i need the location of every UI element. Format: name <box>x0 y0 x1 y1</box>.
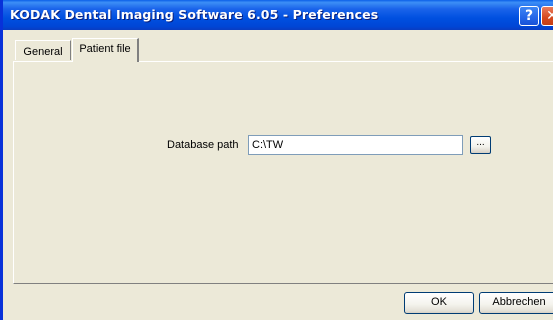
browse-button[interactable]: ... <box>470 136 491 154</box>
preferences-dialog: KODAK Dental Imaging Software 6.05 - Pre… <box>0 0 553 320</box>
window-title: KODAK Dental Imaging Software 6.05 - Pre… <box>10 7 379 22</box>
tab-patient-file[interactable]: Patient file <box>72 38 139 62</box>
help-icon: ? <box>524 8 534 24</box>
tab-panel-patient-file <box>13 61 553 284</box>
tab-general[interactable]: General <box>15 40 71 60</box>
database-path-input[interactable] <box>248 135 463 155</box>
close-icon: ✕ <box>546 8 553 24</box>
title-bar[interactable]: KODAK Dental Imaging Software 6.05 - Pre… <box>3 0 553 30</box>
cancel-button[interactable]: Abbrechen <box>479 292 553 314</box>
database-path-label: Database path <box>167 139 239 151</box>
help-button[interactable]: ? <box>519 6 539 26</box>
close-button[interactable]: ✕ <box>541 6 553 26</box>
ok-button[interactable]: OK <box>404 292 474 314</box>
